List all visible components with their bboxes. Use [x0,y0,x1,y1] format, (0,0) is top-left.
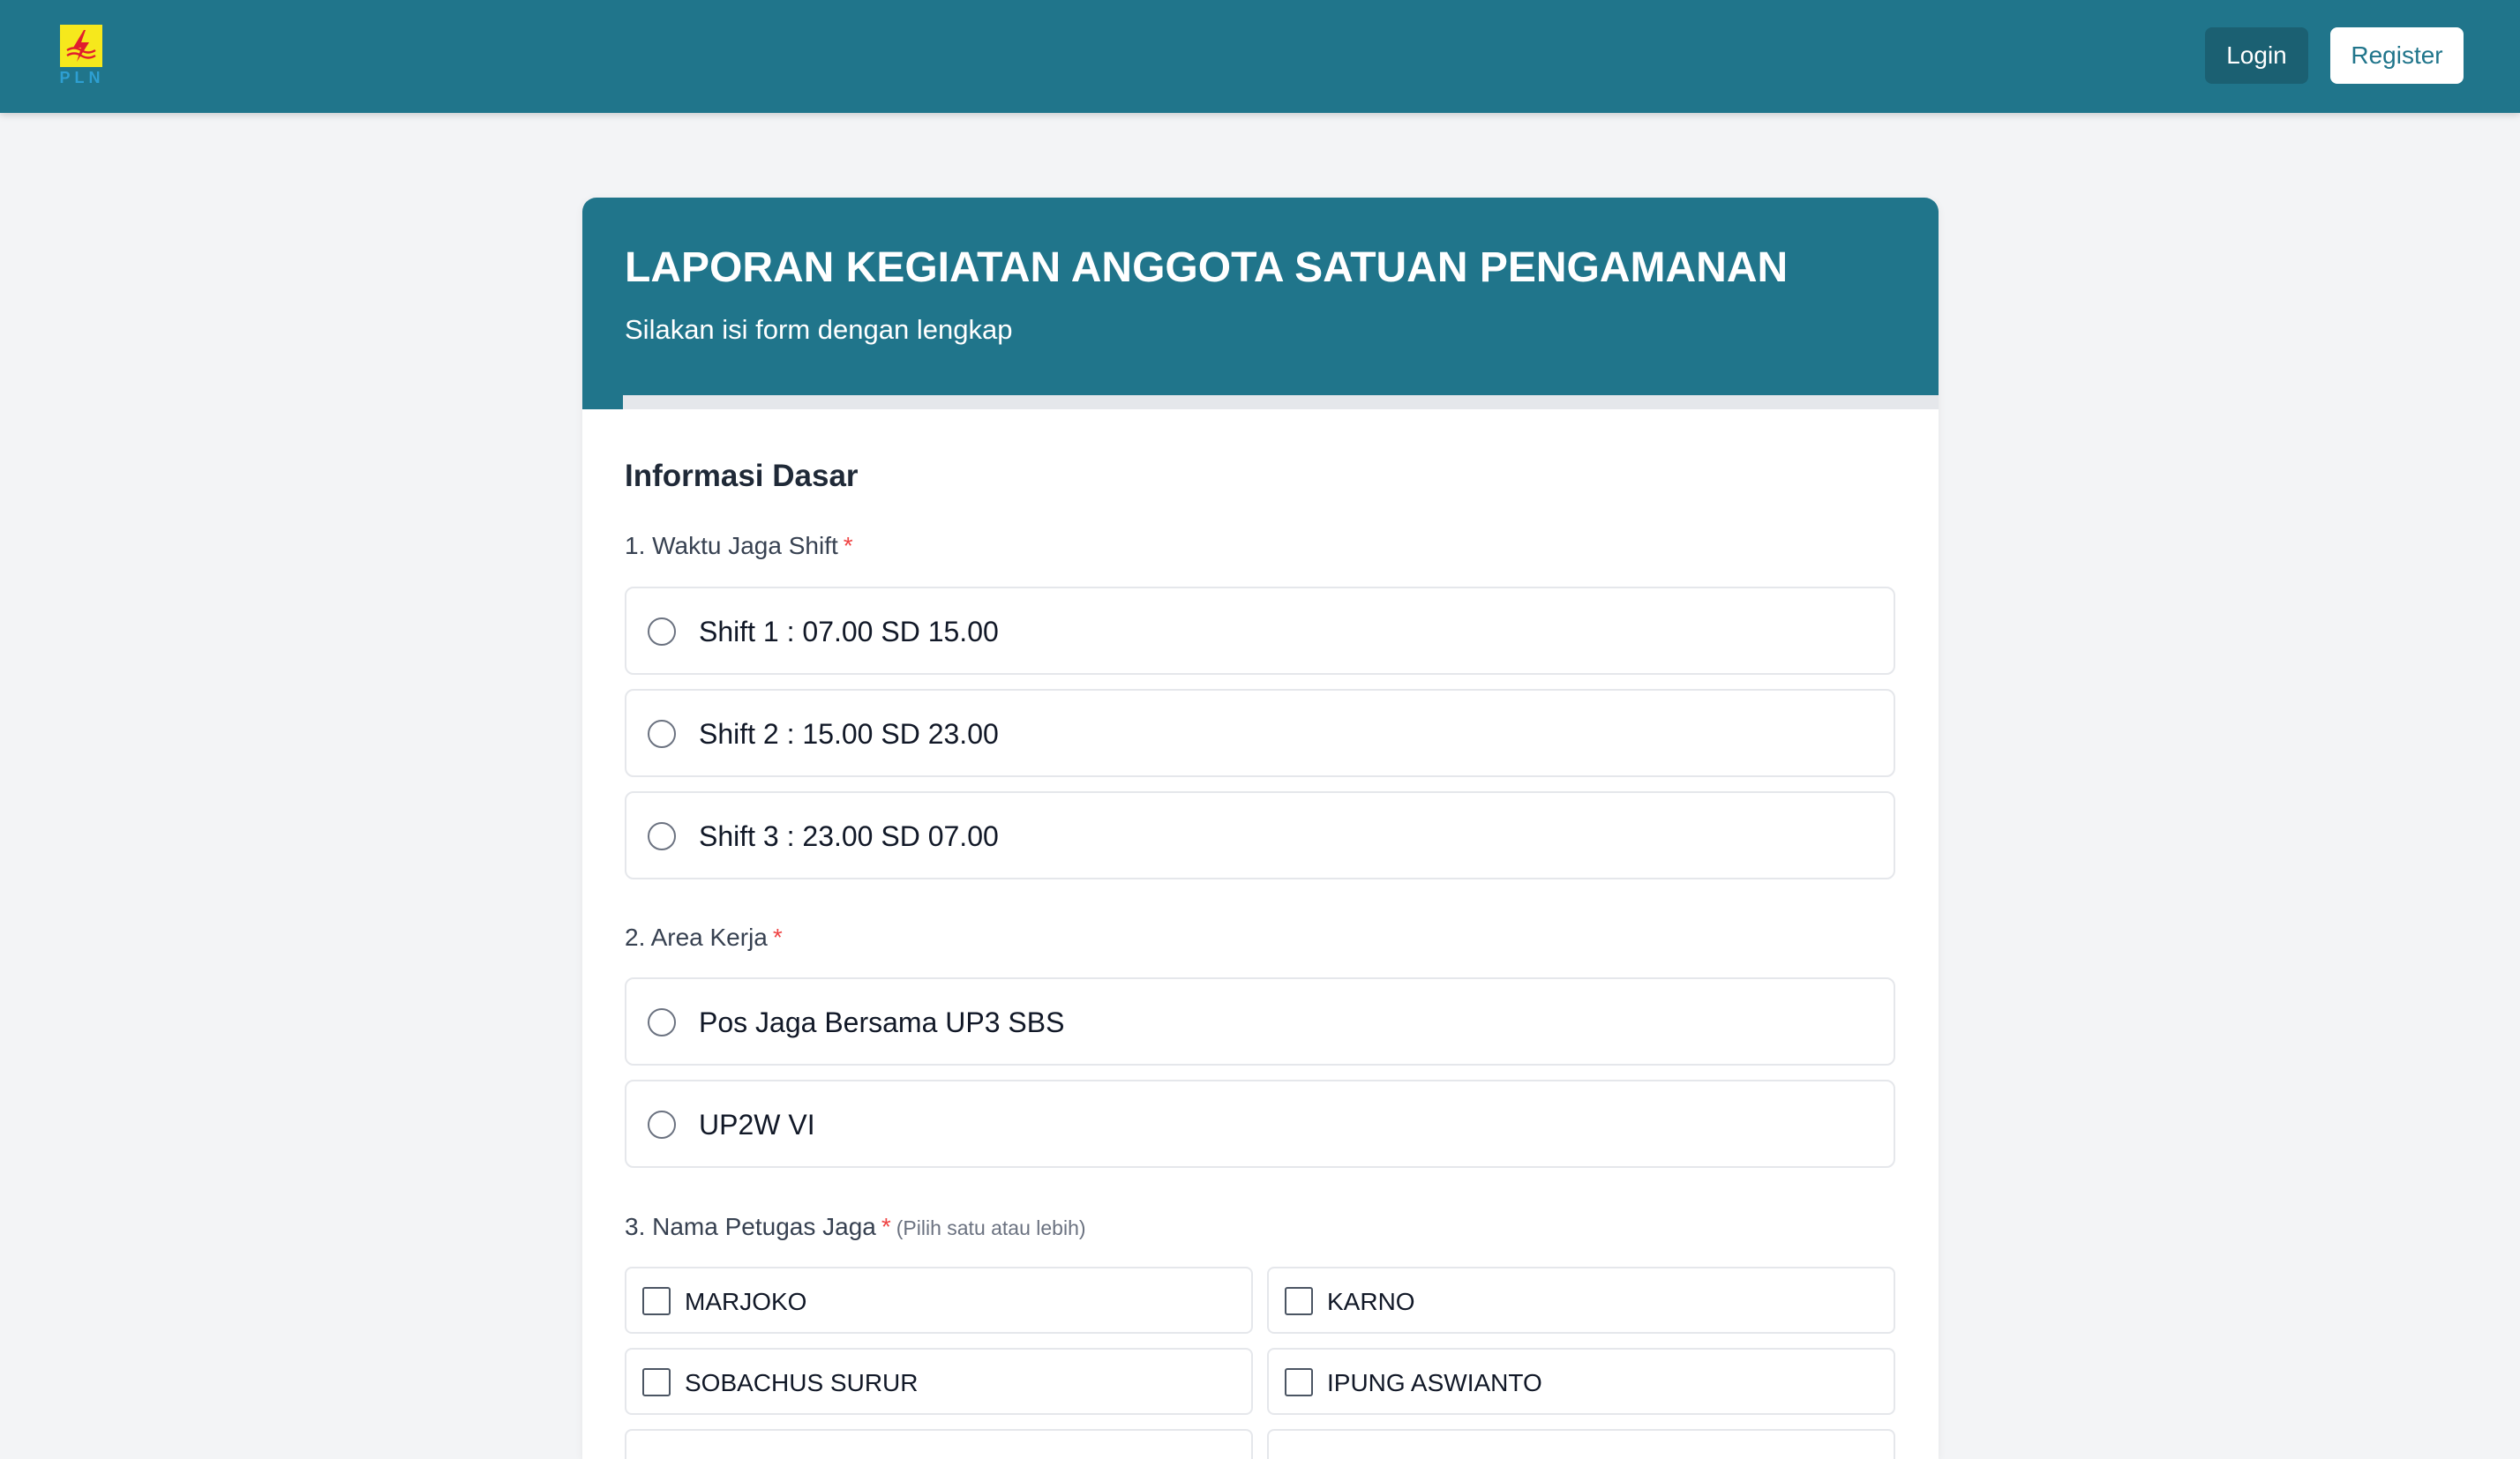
checkbox[interactable] [642,1287,671,1315]
radio-button[interactable] [648,822,676,850]
checkbox-option-marjoko[interactable]: MARJOKO [625,1267,1253,1334]
form-title: LAPORAN KEGIATAN ANGGOTA SATUAN PENGAMAN… [625,244,1789,291]
checkbox-label: MARJOKO [685,1288,807,1315]
pln-logo[interactable]: PLN [58,23,106,90]
checkbox-option-sobachus-surur[interactable]: SOBACHUS SURUR [625,1348,1253,1415]
checkbox[interactable] [1285,1368,1313,1396]
progress-bar [582,395,1939,409]
radio-button[interactable] [648,1008,676,1036]
form-header: LAPORAN KEGIATAN ANGGOTA SATUAN PENGAMAN… [582,198,1939,395]
radio-option-area-1[interactable]: Pos Jaga Bersama UP3 SBS [625,977,1895,1066]
form-card: LAPORAN KEGIATAN ANGGOTA SATUAN PENGAMAN… [582,198,1939,1459]
checkbox-label: KARNO [1327,1288,1415,1315]
logo-text: PLN [59,69,105,86]
navbar: PLN Login Register [0,0,2520,113]
required-mark: * [843,532,853,559]
question-label-area: 2. Area Kerja * [625,924,783,952]
checkbox-option-partial[interactable] [1267,1429,1895,1459]
question-label-shift: 1. Waktu Jaga Shift * [625,532,853,560]
checkbox-label: IPUNG ASWIANTO [1327,1369,1542,1396]
radio-label: Shift 2 : 15.00 SD 23.00 [699,718,999,750]
question-text: 1. Waktu Jaga Shift [625,532,838,559]
section-title: Informasi Dasar [625,459,859,493]
checkbox-option-ipung-aswianto[interactable]: IPUNG ASWIANTO [1267,1348,1895,1415]
radio-label: Shift 1 : 07.00 SD 15.00 [699,616,999,647]
lightning-icon [60,25,102,67]
question-text: 3. Nama Petugas Jaga [625,1213,876,1240]
radio-option-shift-3[interactable]: Shift 3 : 23.00 SD 07.00 [625,791,1895,879]
radio-label: Shift 3 : 23.00 SD 07.00 [699,820,999,852]
checkbox-option-karno[interactable]: KARNO [1267,1267,1895,1334]
radio-button[interactable] [648,617,676,646]
radio-option-area-2[interactable]: UP2W VI [625,1080,1895,1168]
radio-button[interactable] [648,1111,676,1139]
checkbox[interactable] [1285,1287,1313,1315]
checkbox-label: SOBACHUS SURUR [685,1369,919,1396]
form-subtitle: Silakan isi form dengan lengkap [625,314,1013,345]
question-hint: (Pilih satu atau lebih) [896,1216,1086,1239]
checkbox[interactable] [642,1368,671,1396]
radio-label: UP2W VI [699,1109,815,1141]
register-button[interactable]: Register [2330,27,2464,84]
question-text: 2. Area Kerja [625,924,768,951]
question-label-officers: 3. Nama Petugas Jaga * (Pilih satu atau le… [625,1213,1086,1241]
required-mark: * [772,924,783,951]
radio-option-shift-2[interactable]: Shift 2 : 15.00 SD 23.00 [625,689,1895,777]
radio-option-shift-1[interactable]: Shift 1 : 07.00 SD 15.00 [625,587,1895,675]
login-button[interactable]: Login [2205,27,2308,84]
radio-label: Pos Jaga Bersama UP3 SBS [699,1006,1065,1038]
radio-button[interactable] [648,720,676,748]
progress-fill [582,395,624,409]
checkbox-option-partial[interactable] [625,1429,1253,1459]
required-mark: * [881,1213,891,1240]
